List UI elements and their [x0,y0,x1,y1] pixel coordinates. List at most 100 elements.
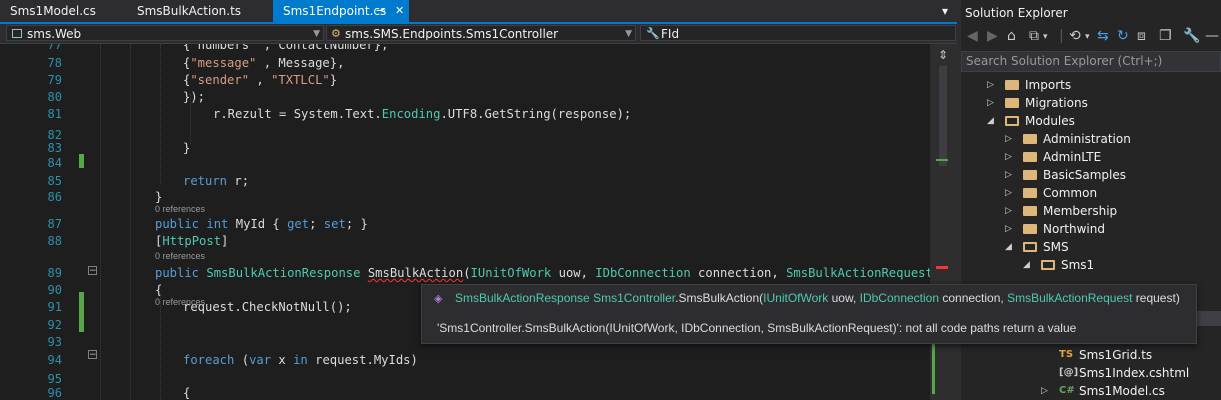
folder-open-icon [1023,242,1037,252]
back-icon[interactable]: ◀ [967,28,978,44]
chevron-down-icon[interactable]: ▾ [1043,32,1048,42]
expanded-arrow-icon[interactable]: ◢ [1005,238,1012,256]
tree-item-adminlte[interactable]: ▷ AdminLTE [961,148,1221,166]
code-lens-references[interactable]: 0 references [155,251,205,261]
error-squiggle[interactable]: SmsBulkAction [368,266,463,280]
scroll-thumb[interactable] [939,66,947,166]
code-token: ] [221,234,229,248]
code-token: MyId { [228,217,288,231]
code-line[interactable]: {"sender" , "TXTLCL"} [183,73,337,87]
tree-item-migrations[interactable]: ▷ Migrations [961,94,1221,112]
code-token: get [287,217,310,231]
chevron-down-icon[interactable]: ▾ [1085,32,1090,42]
member-dropdown[interactable]: 🔧 FId [640,25,956,41]
code-token: SmsBulkActionRequest [786,266,930,280]
code-line[interactable]: {"message" , Message}, [183,56,344,70]
code-line[interactable]: }); [183,90,205,104]
collapse-all-icon[interactable]: ⧈ [1137,28,1146,44]
properties-icon[interactable]: 🔧 [1183,28,1200,44]
tree-item-label: Sms1 [1061,258,1095,272]
tab-overflow-dropdown[interactable]: ▾ [938,0,956,22]
tree-item-imports[interactable]: ▷ Imports [961,76,1221,94]
tab-smsbulkaction[interactable]: SmsBulkAction.ts [127,0,272,22]
tree-item-sms[interactable]: ◢ SMS [961,238,1221,256]
code-line[interactable]: } [155,190,162,204]
tab-sms1endpoint[interactable]: Sms1Endpoint.cs ⊸ ✕ [273,0,409,22]
collapsed-arrow-icon[interactable]: ▷ [1005,130,1012,148]
signature-token: SmsBulkActionRequest [1007,291,1133,305]
pin-icon[interactable]: ⊸ [376,0,385,22]
code-line[interactable]: foreach (var x in request.MyIds) [183,353,418,367]
collapse-icon[interactable]: − [88,266,97,276]
tree-item-sms1[interactable]: ◢ Sms1 [961,256,1221,274]
tree-item-membership[interactable]: ▷ Membership [961,202,1221,220]
class-name: sms.SMS.Endpoints.Sms1Controller [345,27,559,41]
collapsed-arrow-icon[interactable]: ▷ [1041,382,1048,400]
pending-changes-icon[interactable]: ⟲ [1069,28,1081,44]
folder-icon [1023,134,1037,144]
line-number: 77 [47,44,62,52]
code-line[interactable]: public SmsBulkActionResponse SmsBulkActi… [155,266,930,280]
tree-item-sms1model-cs[interactable]: ▷ C# Sms1Model.cs [961,382,1221,400]
member-icon: 🔧 [646,27,660,40]
tooltip-signature: SmsBulkActionResponse Sms1Controller.Sms… [455,291,1180,305]
expanded-arrow-icon[interactable]: ◢ [1023,256,1030,274]
project-dropdown[interactable]: sms.Web ▼ [6,25,324,41]
solution-search-input[interactable]: Search Solution Explorer (Ctrl+;) [961,51,1221,72]
class-dropdown[interactable]: ⚙ sms.SMS.Endpoints.Sms1Controller ▼ [326,25,636,41]
tree-item-modules[interactable]: ◢ Modules [961,112,1221,130]
collapsed-arrow-icon[interactable]: ▷ [1005,202,1012,220]
collapsed-arrow-icon[interactable]: ▷ [1005,184,1012,202]
tab-sms1model[interactable]: Sms1Model.cs [0,0,126,22]
split-icon[interactable]: ⇕ [938,48,948,62]
sync-icon[interactable]: ⇆ [1097,28,1109,44]
folder-icon [1023,224,1037,234]
tree-item-common[interactable]: ▷ Common [961,184,1221,202]
signature-token: Sms1Controller [593,291,676,305]
folder-icon [1005,80,1019,90]
chevron-down-icon: ▾ [942,4,949,18]
tree-item-basicsamples[interactable]: ▷ BasicSamples [961,166,1221,184]
code-token: .UTF8.GetString(response); [440,107,632,121]
code-line[interactable]: request.CheckNotNull(); [183,300,352,314]
code-line[interactable]: return r; [183,174,249,188]
collapsed-arrow-icon[interactable]: ▷ [987,76,994,94]
forward-icon[interactable]: ▶ [987,28,998,44]
code-token: public [155,217,200,231]
code-line[interactable]: public int MyId { get; set; } [155,217,368,231]
switch-views-icon[interactable]: ⧉ [1029,28,1039,44]
code-token: HttpPost [162,234,222,248]
tree-item-sms1grid-ts[interactable]: TS Sms1Grid.ts [961,346,1221,364]
project-icon [12,29,22,38]
code-lens-references[interactable]: 0 references [155,297,205,307]
code-line[interactable]: { [183,386,190,400]
collapse-icon[interactable]: − [88,350,97,360]
collapsed-arrow-icon[interactable]: ▷ [1005,220,1012,238]
more-icon[interactable]: — [1205,28,1219,44]
show-all-files-icon[interactable]: ❐ [1159,28,1172,44]
tree-item-northwind[interactable]: ▷ Northwind [961,220,1221,238]
collapsed-arrow-icon[interactable]: ▷ [1005,166,1012,184]
tree-item-sms1index-cshtml[interactable]: [@] Sms1Index.cshtml [961,364,1221,382]
expanded-arrow-icon[interactable]: ◢ [987,112,994,130]
code-line[interactable]: [HttpPost] [155,234,228,248]
code-line[interactable]: r.Rezult = System.Text.Encoding.UTF8.Get… [213,107,631,121]
code-token: var [249,353,272,367]
vertical-scrollbar[interactable]: ⇕ [930,44,957,400]
code-token: } [329,73,338,87]
code-token: "message" [190,56,257,70]
panel-title: Solution Explorer [965,6,1068,20]
tree-item-administration[interactable]: ▷ Administration [961,130,1221,148]
code-line[interactable]: { [155,283,162,297]
close-icon[interactable]: ✕ [395,0,404,22]
home-icon[interactable]: ⌂ [1007,28,1016,44]
collapsed-arrow-icon[interactable]: ▷ [1005,148,1012,166]
line-number: 92 [47,318,62,332]
cshtml-file-icon: [@] [1059,367,1079,378]
code-line[interactable]: {"numbers" , ContactNumber}, [183,44,388,52]
refresh-icon[interactable]: ↻ [1117,28,1129,44]
collapsed-arrow-icon[interactable]: ▷ [987,94,994,112]
code-lens-references[interactable]: 0 references [155,204,205,214]
code-editor[interactable]: 77 78 79 80 81 82 83 84 85 86 87 88 89 90 91 92 93 94 95 96… [0,44,930,400]
error-marker[interactable] [936,266,948,269]
